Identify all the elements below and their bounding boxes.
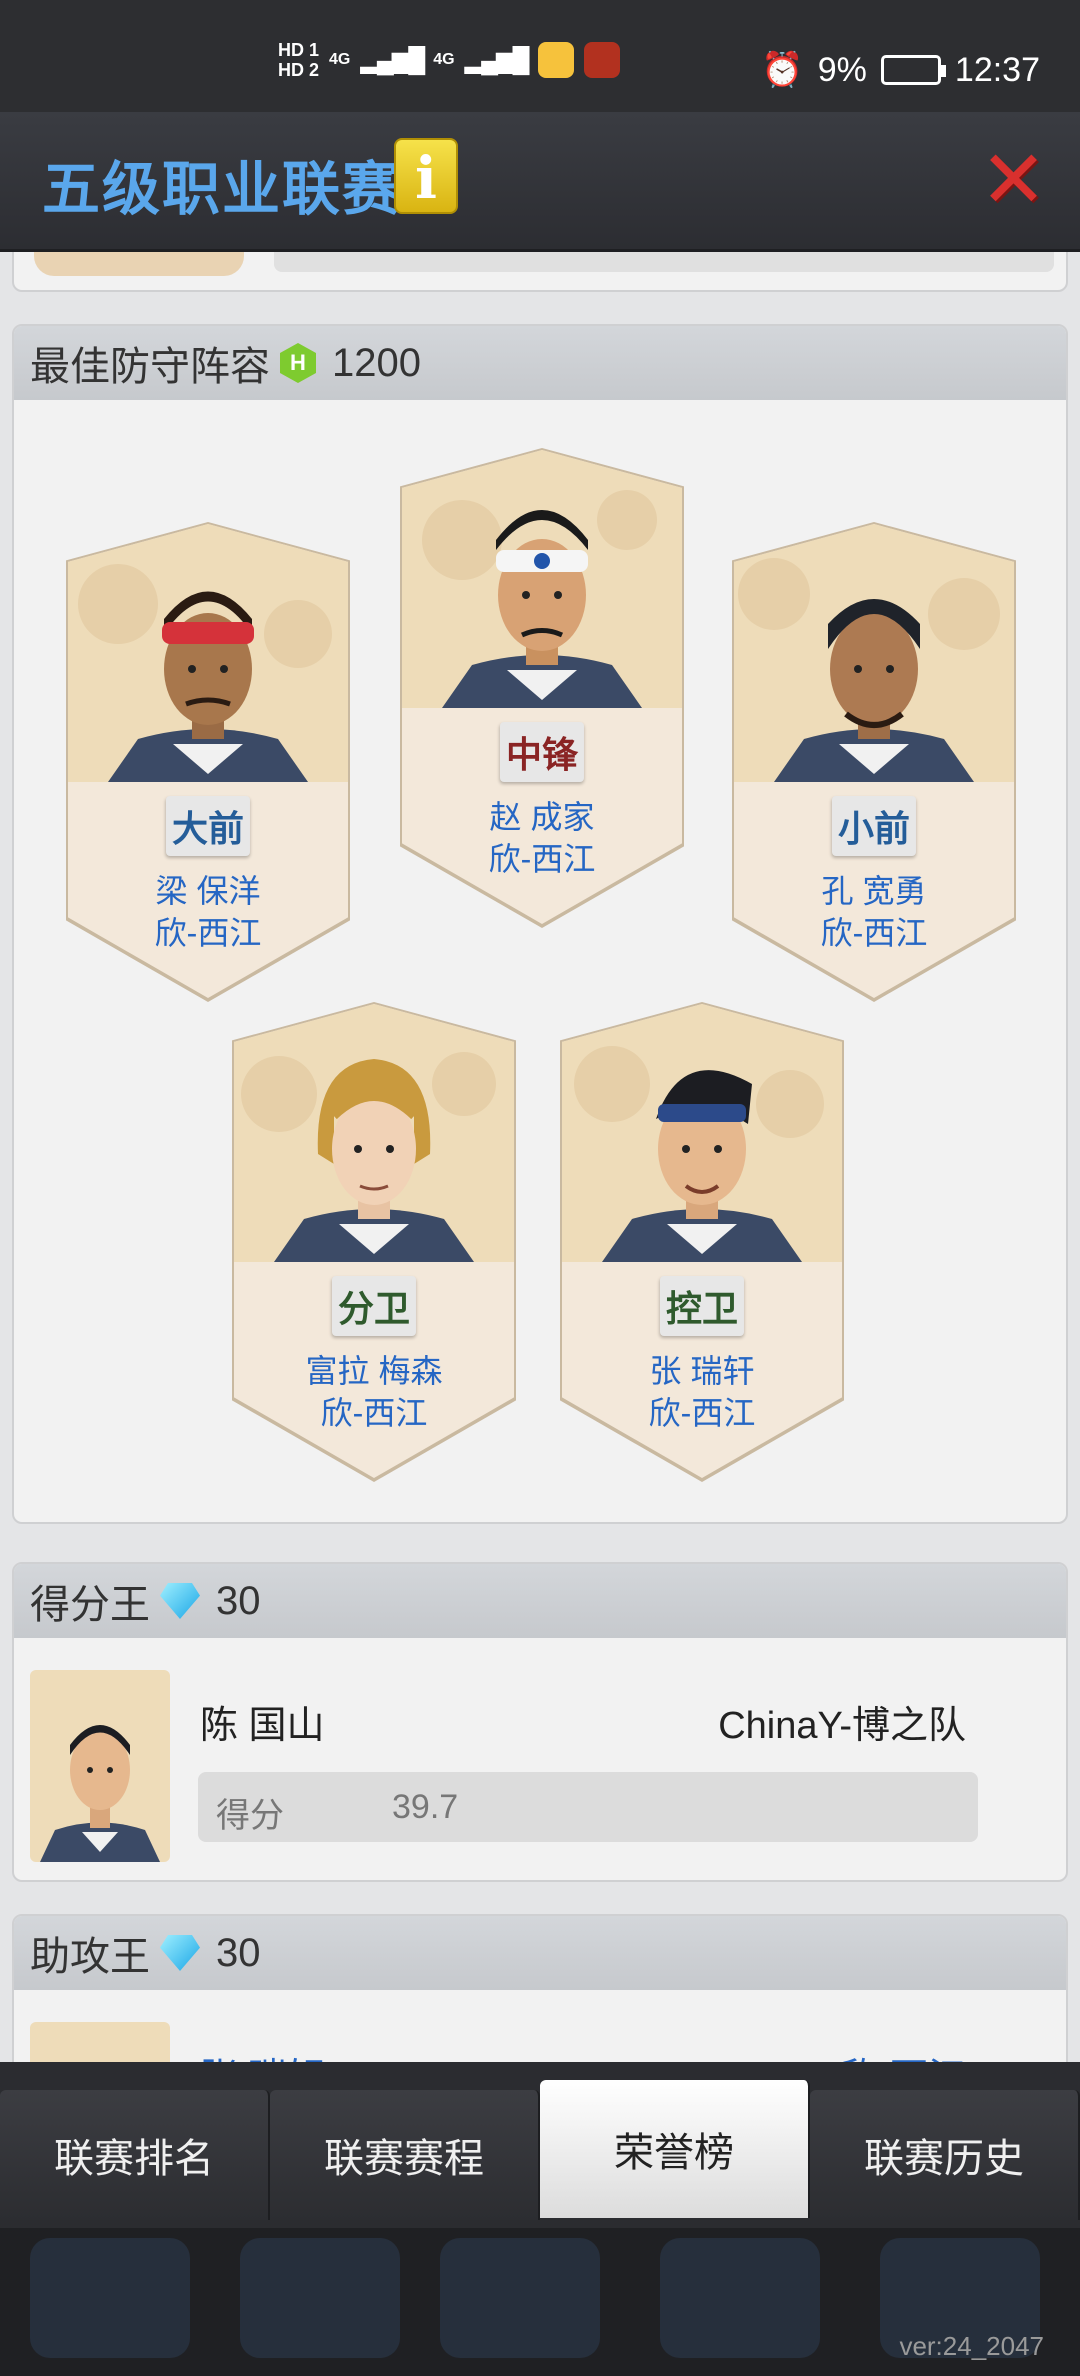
position-badge: 中锋 xyxy=(499,722,585,782)
diamond-icon xyxy=(160,1583,200,1619)
player-team: 欣-西江 xyxy=(648,1395,756,1431)
position-badge: 大前 xyxy=(165,796,251,856)
player-portrait xyxy=(68,524,348,782)
honor-list-scroll[interactable]: 最佳防守阵容 H 1200 大前 梁 保洋 欣-西江 中锋 赵 成家 欣-西江 … xyxy=(0,252,1080,2062)
page-title: 五级职业联赛 xyxy=(42,157,403,222)
player-portrait xyxy=(734,524,1014,782)
player-name: 张 瑞轩 xyxy=(649,1353,755,1389)
app-header: 五级职业联赛 i ✕ xyxy=(0,112,1080,252)
weibo-icon xyxy=(537,42,574,78)
player-card[interactable]: 中锋 赵 成家 欣-西江 xyxy=(400,448,684,928)
tab-league-history[interactable]: 联赛历史 xyxy=(810,2090,1080,2220)
network-label-1: 4G xyxy=(329,51,351,68)
stat-bar xyxy=(274,252,1054,272)
player-avatar[interactable] xyxy=(30,1670,170,1862)
position-badge: 分卫 xyxy=(331,1276,417,1336)
game-app-icon xyxy=(583,42,620,78)
panel-header: 得分王 30 xyxy=(14,1564,1066,1638)
nav-icon xyxy=(240,2238,400,2358)
player-portrait xyxy=(402,450,682,708)
reward-value: 1200 xyxy=(332,340,421,385)
panel-header: 最佳防守阵容 H 1200 xyxy=(14,326,1066,400)
player-team: 欣-西江 xyxy=(820,915,928,951)
player-team: 欣-西江 xyxy=(154,915,262,951)
reward-value: 30 xyxy=(216,1578,261,1623)
signal-icon-2: ▂▄▆█ xyxy=(464,46,530,74)
diamond-icon xyxy=(160,1935,200,1971)
stat-label: 得分 xyxy=(216,1797,284,1835)
nav-icon xyxy=(30,2238,190,2358)
player-name: 陈 国山 xyxy=(200,1705,325,1747)
panel-header: 助攻王 30 xyxy=(14,1916,1066,1990)
bottom-nav-background: ver:24_2047 xyxy=(0,2228,1080,2376)
player-avatar xyxy=(34,252,244,276)
sim1-label: HD 1 xyxy=(278,40,320,60)
alarm-icon: ⏰ xyxy=(761,51,804,89)
network-label-2: 4G xyxy=(433,51,455,68)
tab-league-standings[interactable]: 联赛排名 xyxy=(0,2090,270,2220)
battery-percent: 9% xyxy=(817,50,867,89)
stat-bar: 得分 39.7 xyxy=(198,1772,978,1842)
player-card[interactable]: 分卫 富拉 梅森 欣-西江 xyxy=(232,1002,516,1482)
clock: 12:37 xyxy=(954,50,1040,89)
sim2-label: HD 2 xyxy=(278,60,320,80)
player-name: 孔 宽勇 xyxy=(821,873,927,909)
player-card[interactable]: 小前 孔 宽勇 欣-西江 xyxy=(732,522,1016,1002)
player-name: 梁 保洋 xyxy=(155,873,261,909)
honor-point-icon: H xyxy=(280,343,316,383)
tab-league-schedule[interactable]: 联赛赛程 xyxy=(270,2090,540,2220)
player-portrait xyxy=(562,1004,842,1262)
player-name: 富拉 梅森 xyxy=(305,1353,443,1389)
status-bar: HD 1 HD 2 4G ▂▄▆█ 4G ▂▄▆█ ⏰ 9% 12:37 xyxy=(0,0,1080,112)
nav-icon xyxy=(440,2238,600,2358)
player-name: 张 瑞轩 xyxy=(200,2046,325,2062)
panel-title: 最佳防守阵容 xyxy=(30,345,270,389)
player-card[interactable]: 大前 梁 保洋 欣-西江 xyxy=(66,522,350,1002)
panel-title: 助攻王 xyxy=(30,1935,150,1979)
player-card[interactable]: 控卫 张 瑞轩 欣-西江 xyxy=(560,1002,844,1482)
best-defense-panel: 最佳防守阵容 H 1200 大前 梁 保洋 欣-西江 中锋 赵 成家 欣-西江 … xyxy=(12,324,1068,1524)
player-portrait xyxy=(234,1004,514,1262)
scoring-leader-panel: 得分王 30 陈 国山 ChinaY-博之队 得分 39.7 xyxy=(12,1562,1068,1882)
reward-value: 30 xyxy=(216,1930,261,1975)
close-button[interactable]: ✕ xyxy=(980,140,1047,220)
bottom-tab-bar: 联赛排名 联赛赛程 荣誉榜 联赛历史 xyxy=(0,2080,1080,2228)
nav-icon xyxy=(660,2238,820,2358)
player-team: ChinaY-博之队 xyxy=(718,1705,966,1747)
sim-indicator: HD 1 HD 2 xyxy=(278,40,319,80)
status-right: ⏰ 9% 12:37 xyxy=(761,50,1040,90)
player-name: 赵 成家 xyxy=(489,799,595,835)
stat-value: 39.7 xyxy=(392,1788,459,1826)
info-button[interactable]: i xyxy=(394,138,458,214)
position-badge: 控卫 xyxy=(659,1276,745,1336)
position-badge: 小前 xyxy=(831,796,917,856)
version-label: ver:24_2047 xyxy=(899,2331,1044,2361)
player-avatar[interactable] xyxy=(30,2022,170,2062)
previous-panel-partial xyxy=(12,252,1068,292)
player-team: 欣-西江 xyxy=(488,841,596,877)
player-team: 欣-西江 xyxy=(320,1395,428,1431)
battery-icon xyxy=(880,55,946,85)
status-left: HD 1 HD 2 4G ▂▄▆█ 4G ▂▄▆█ xyxy=(278,40,620,80)
player-team: 欣-西江 xyxy=(839,2046,966,2062)
panel-title: 得分王 xyxy=(30,1583,150,1627)
assists-leader-panel: 助攻王 30 张 瑞轩 欣-西江 xyxy=(12,1914,1068,2062)
tab-honor-roll[interactable]: 荣誉榜 xyxy=(540,2080,810,2218)
signal-icon: ▂▄▆█ xyxy=(360,46,425,74)
